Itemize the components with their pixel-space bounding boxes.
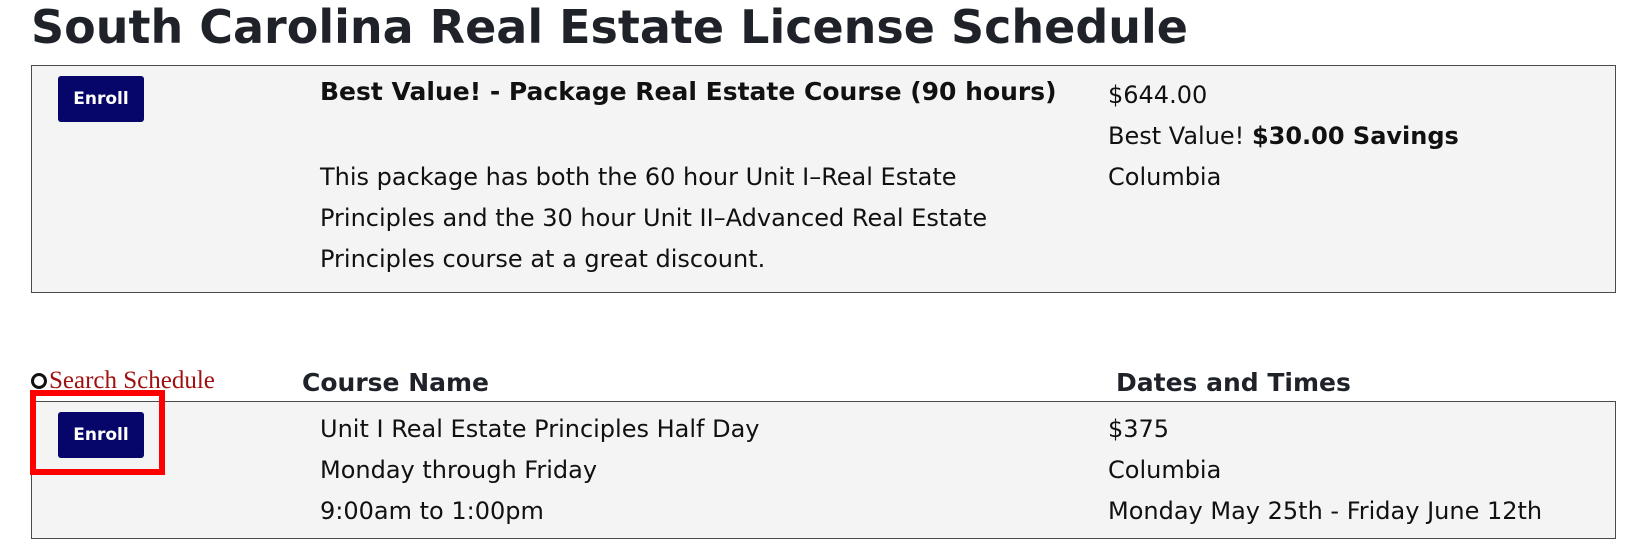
search-icon bbox=[31, 373, 47, 389]
package-course-description: This package has both the 60 hour Unit I… bbox=[320, 157, 1050, 280]
package-price: $644.00 bbox=[1108, 81, 1208, 109]
course-location: Columbia bbox=[1108, 456, 1222, 484]
package-course-card: Enroll Best Value! - Package Real Estate… bbox=[31, 65, 1616, 293]
course-name-column-header: Course Name bbox=[302, 368, 489, 397]
course-hours: 9:00am to 1:00pm bbox=[320, 497, 544, 525]
course-price: $375 bbox=[1108, 415, 1170, 443]
package-savings: Best Value! $30.00 Savings bbox=[1108, 116, 1608, 157]
package-course-info: Best Value! - Package Real Estate Course… bbox=[320, 72, 1057, 280]
package-location: Columbia bbox=[1108, 163, 1222, 191]
package-savings-prefix: Best Value! bbox=[1108, 122, 1252, 150]
schedule-table-header: Search Schedule Course Name Dates and Ti… bbox=[31, 365, 1616, 401]
package-course-pricing: $644.00 Best Value! $30.00 Savings Colum… bbox=[1108, 75, 1608, 198]
schedule-course-details: $375 Columbia Monday May 25th - Friday J… bbox=[1108, 409, 1608, 532]
schedule-course-info: Unit I Real Estate Principles Half Day M… bbox=[320, 409, 1050, 532]
enroll-package-button[interactable]: Enroll bbox=[58, 76, 144, 122]
search-schedule-label: Search Schedule bbox=[49, 367, 215, 394]
schedule-row: Enroll Unit I Real Estate Principles Hal… bbox=[31, 401, 1616, 539]
package-description-line: Principles and the 30 hour Unit II–Advan… bbox=[320, 204, 988, 232]
search-schedule-link[interactable]: Search Schedule bbox=[31, 367, 215, 395]
enroll-unit1-button[interactable]: Enroll bbox=[58, 412, 144, 458]
course-dates: Monday May 25th - Friday June 12th bbox=[1108, 497, 1543, 525]
page-title: South Carolina Real Estate License Sched… bbox=[31, 0, 1189, 54]
package-description-line: This package has both the 60 hour Unit I… bbox=[320, 163, 957, 191]
package-course-title: Best Value! - Package Real Estate Course… bbox=[320, 77, 1057, 106]
course-name: Unit I Real Estate Principles Half Day bbox=[320, 415, 760, 443]
course-days: Monday through Friday bbox=[320, 456, 598, 484]
package-savings-amount: $30.00 Savings bbox=[1251, 122, 1459, 150]
dates-and-times-column-header: Dates and Times bbox=[1116, 368, 1351, 397]
package-description-line: Principles course at a great discount. bbox=[320, 245, 766, 273]
